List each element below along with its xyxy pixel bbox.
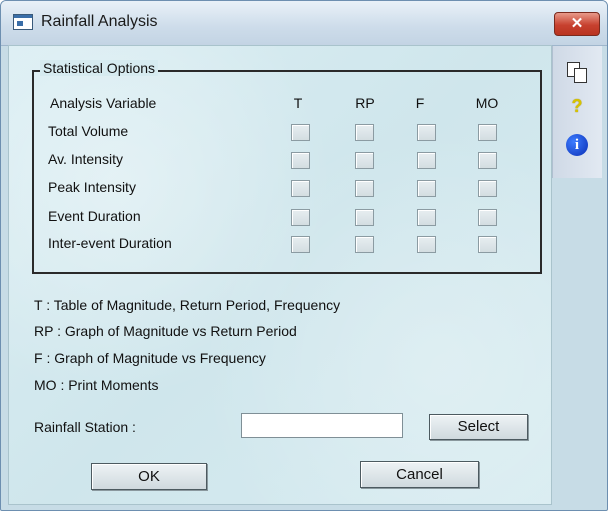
column-header-rp: RP (355, 95, 375, 111)
row-label-event-duration: Event Duration (48, 208, 141, 224)
ok-button[interactable]: OK (91, 463, 207, 490)
checkbox-av-intensity-mo[interactable] (478, 152, 497, 169)
row-label-av-intensity: Av. Intensity (48, 151, 123, 167)
checkbox-inter-event-duration-f[interactable] (417, 236, 436, 253)
checkbox-av-intensity-rp[interactable] (355, 152, 374, 169)
title-bar[interactable]: Rainfall Analysis ✕ (1, 1, 607, 46)
checkbox-inter-event-duration-mo[interactable] (478, 236, 497, 253)
checkbox-event-duration-mo[interactable] (478, 209, 497, 226)
rainfall-station-input[interactable] (241, 413, 403, 438)
legend-f: F : Graph of Magnitude vs Frequency (34, 350, 266, 366)
row-label-inter-event-duration: Inter-event Duration (48, 235, 172, 251)
checkbox-event-duration-rp[interactable] (355, 209, 374, 226)
checkbox-peak-intensity-mo[interactable] (478, 180, 497, 197)
checkbox-inter-event-duration-t[interactable] (291, 236, 310, 253)
window-title: Rainfall Analysis (41, 13, 158, 30)
checkbox-peak-intensity-rp[interactable] (355, 180, 374, 197)
checkbox-event-duration-f[interactable] (417, 209, 436, 226)
side-toolbar: ? i (552, 46, 602, 178)
row-label-peak-intensity: Peak Intensity (48, 179, 136, 195)
checkbox-av-intensity-t[interactable] (291, 152, 310, 169)
checkbox-total-volume-f[interactable] (417, 124, 436, 141)
close-button[interactable]: ✕ (554, 12, 600, 36)
row-label-total-volume: Total Volume (48, 123, 129, 139)
analysis-variable-header: Analysis Variable (50, 95, 157, 111)
checkbox-total-volume-rp[interactable] (355, 124, 374, 141)
checkbox-peak-intensity-f[interactable] (417, 180, 436, 197)
column-header-f: F (415, 95, 425, 111)
checkbox-total-volume-mo[interactable] (478, 124, 497, 141)
checkbox-event-duration-t[interactable] (291, 209, 310, 226)
column-header-mo: MO (475, 95, 499, 111)
copy-icon[interactable] (565, 60, 589, 84)
legend-rp: RP : Graph of Magnitude vs Return Period (34, 323, 297, 339)
legend-mo: MO : Print Moments (34, 377, 159, 393)
info-icon[interactable]: i (565, 134, 589, 158)
checkbox-peak-intensity-t[interactable] (291, 180, 310, 197)
cancel-button[interactable]: Cancel (360, 461, 479, 488)
checkbox-inter-event-duration-rp[interactable] (355, 236, 374, 253)
rainfall-station-label: Rainfall Station : (34, 419, 136, 435)
select-station-button[interactable]: Select (429, 414, 528, 440)
app-window-icon (13, 14, 33, 30)
statistical-options-title: Statistical Options (40, 60, 159, 76)
checkbox-total-volume-t[interactable] (291, 124, 310, 141)
legend-t: T : Table of Magnitude, Return Period, F… (34, 297, 341, 313)
checkbox-av-intensity-f[interactable] (417, 152, 436, 169)
help-icon[interactable]: ? (565, 94, 589, 118)
column-header-t: T (293, 95, 303, 111)
